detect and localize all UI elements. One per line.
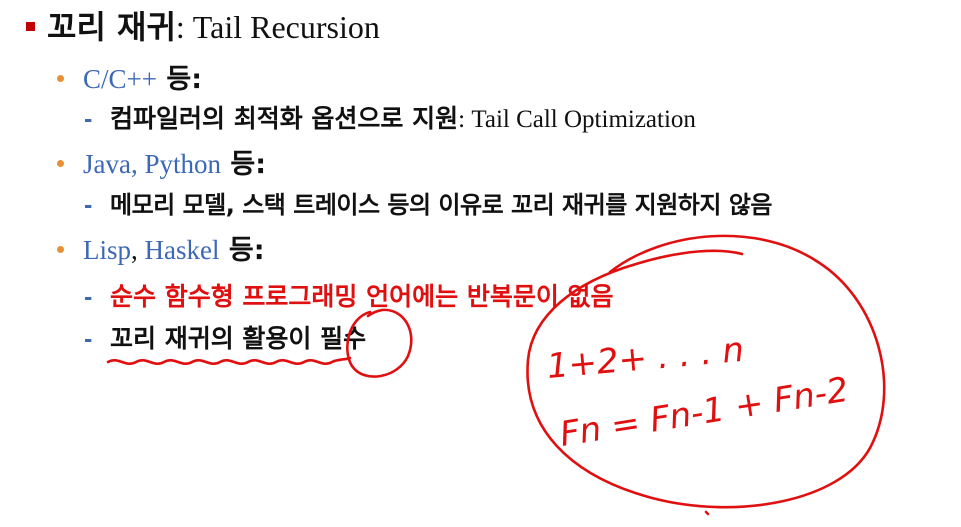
handwritten-annotations: 1+2+ . . . n Fn = Fn-1 + Fn-2 [106, 234, 886, 516]
slide: 꼬리 재귀: Tail Recursion C/C++ 등: - 컴파일러의 최적… [0, 0, 961, 527]
wavy-underline [106, 356, 352, 365]
circle-mark [346, 308, 413, 378]
annotation-sum-series: 1+2+ . . . n [545, 330, 745, 387]
ink-dot [704, 510, 710, 516]
annotation-fibonacci: Fn = Fn-1 + Fn-2 [557, 370, 851, 455]
